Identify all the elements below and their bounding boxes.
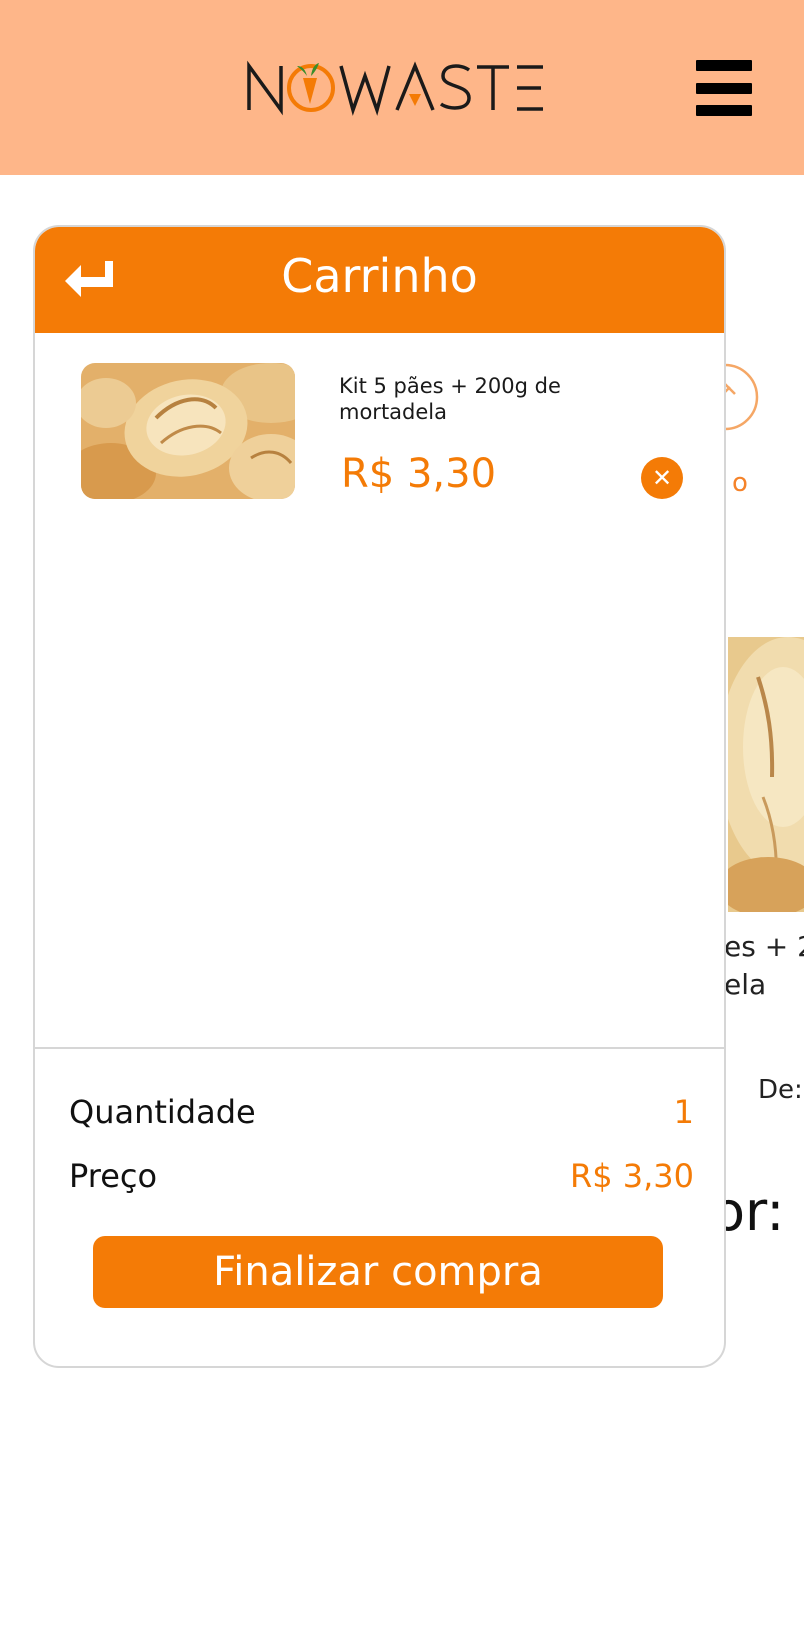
nowaste-logo-mark [247,60,543,116]
checkout-button[interactable]: Finalizar compra [93,1236,663,1308]
price-value: R$ 3,30 [569,1157,694,1195]
product-image[interactable] [728,637,804,912]
bread-rolls-image [81,363,295,499]
nowaste-logo[interactable] [247,58,545,118]
hamburger-menu-button[interactable] [696,60,752,116]
app-header [0,0,804,175]
cart-item: Kit 5 pães + 200g de mortadela R$ 3,30 ✕ [35,333,724,523]
remove-item-button[interactable]: ✕ [641,457,683,499]
cart-title: Carrinho [281,249,478,303]
hamburger-menu-icon-bar [696,60,752,71]
category-label-fragment: o [732,468,748,498]
cart-panel: Carrinho Kit 5 pães + 200g de mortadela … [33,225,726,1368]
hamburger-menu-icon-bar [696,105,752,116]
hamburger-menu-icon-bar [696,82,752,94]
price-label-fragment: De: [758,1075,803,1105]
cart-item-name: Kit 5 pães + 200g de mortadela [339,374,561,424]
quantity-value: 1 [673,1093,694,1131]
quantity-label: Quantidade [69,1093,256,1131]
product-name-fragment: ela [724,968,767,1001]
cart-header: Carrinho [35,227,724,333]
close-icon: ✕ [651,464,673,492]
price-label: Preço [69,1157,158,1195]
product-name-fragment: es + 2 [724,930,804,963]
cart-item-price: R$ 3,30 [341,451,497,497]
summary-divider [35,1047,724,1049]
